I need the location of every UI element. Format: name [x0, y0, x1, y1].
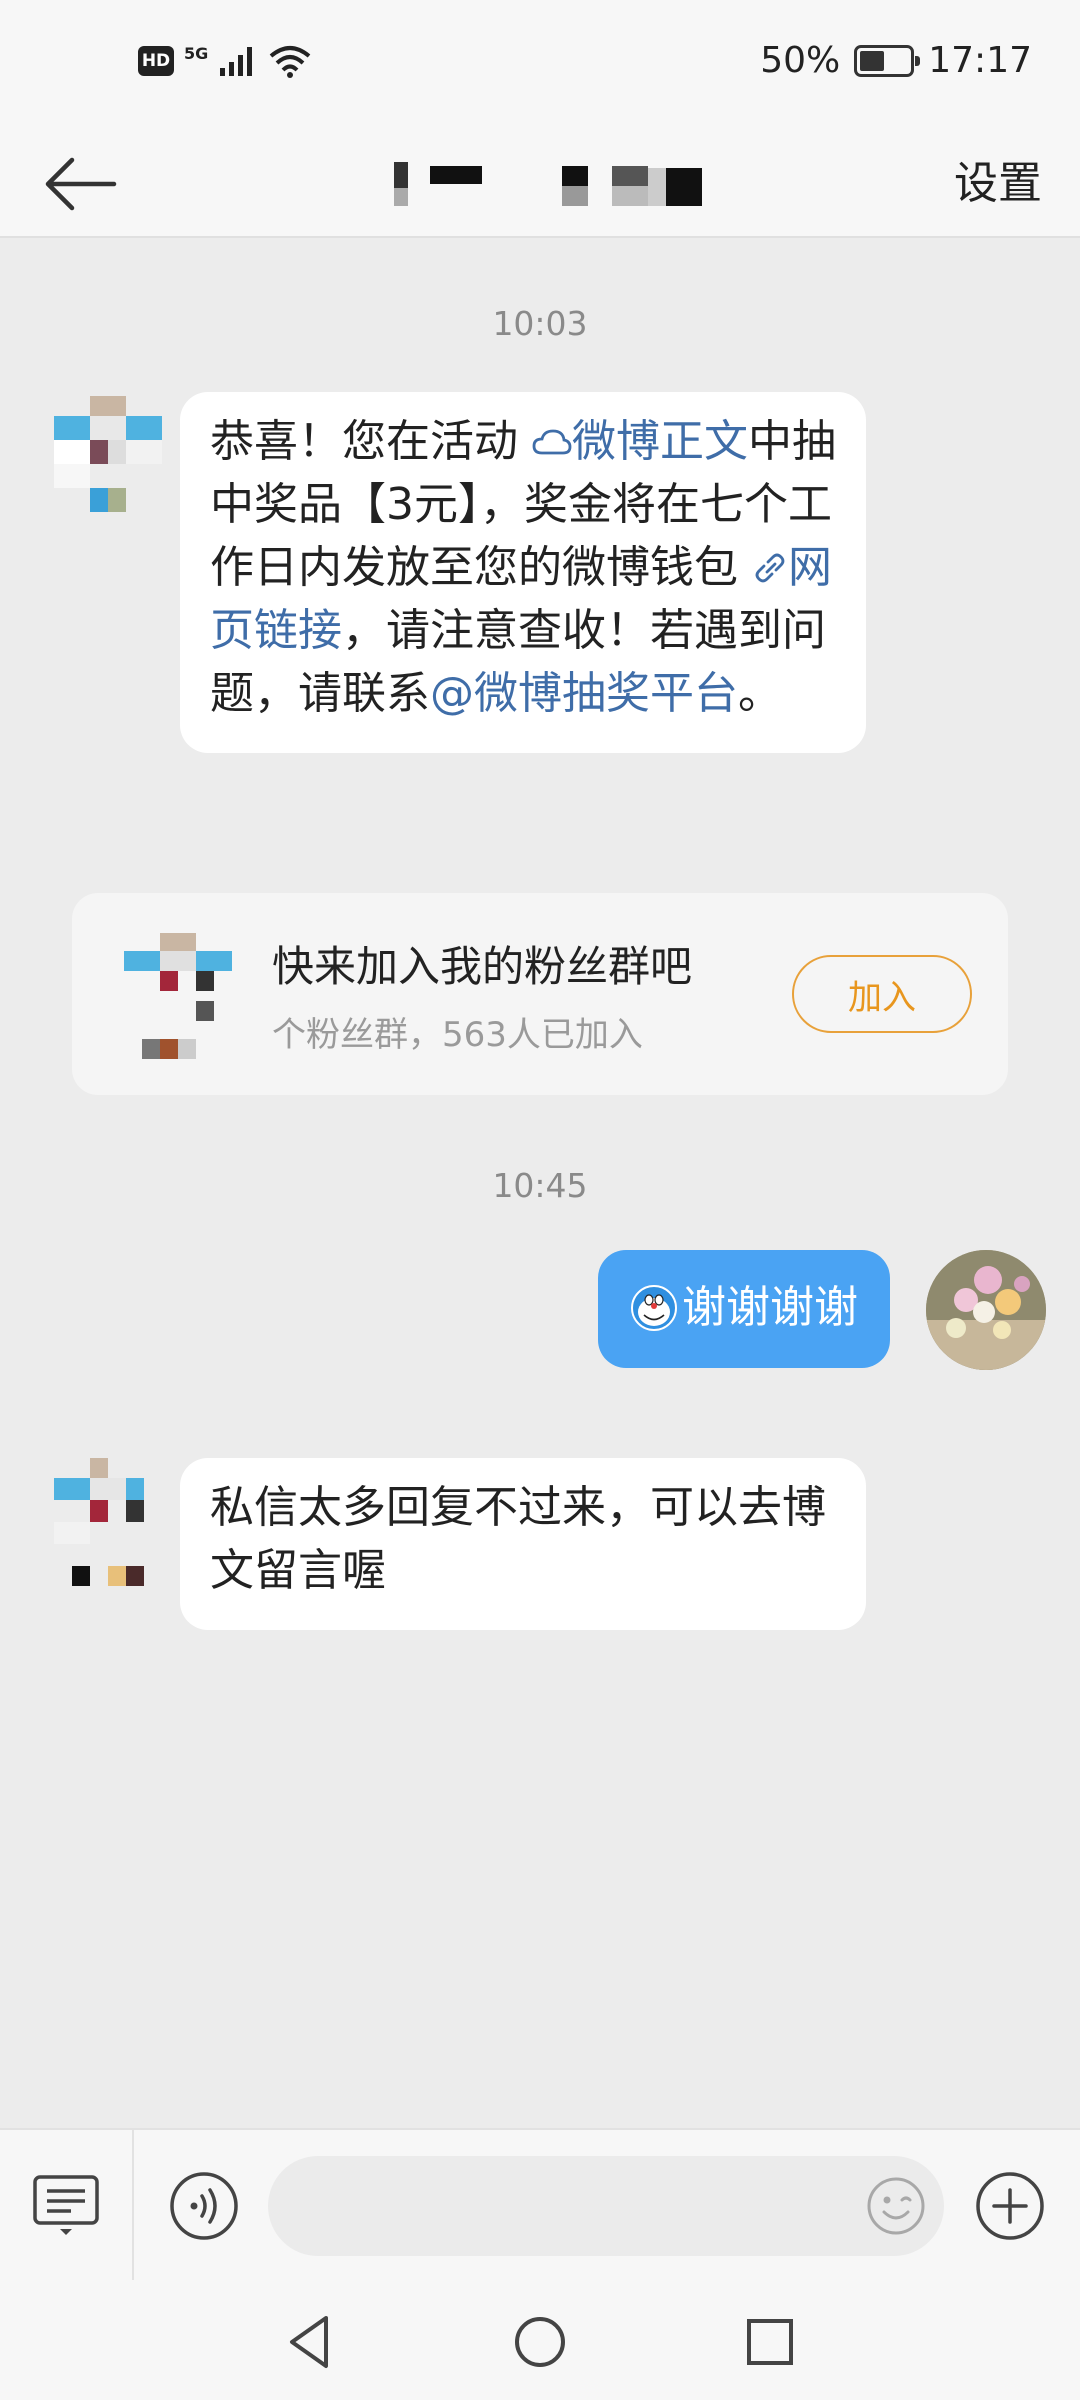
- message-text: 恭喜！您在活动: [210, 416, 532, 467]
- link-icon: [755, 553, 785, 583]
- flower-photo-icon: [926, 1250, 1046, 1370]
- nav-back-button[interactable]: [270, 2302, 350, 2382]
- square-recents-icon: [747, 2319, 793, 2365]
- mention-link[interactable]: @微博抽奖平台: [430, 668, 738, 719]
- smiley-icon: [867, 2177, 925, 2235]
- menu-toggle-button[interactable]: [28, 2168, 104, 2244]
- nav-home-button[interactable]: [500, 2302, 580, 2382]
- outgoing-message-text: 谢谢谢谢: [682, 1282, 858, 1333]
- plus-icon: [976, 2172, 1044, 2240]
- message-text: 私信太多回复不过来，可以去博文留言喔: [210, 1482, 826, 1596]
- incoming-message: 恭喜！您在活动 微博正文中抽中奖品【3元】，奖金将在七个工作日内发放至您的微博钱…: [180, 392, 866, 753]
- message-input[interactable]: [268, 2156, 944, 2256]
- timestamp: 10:45: [492, 1166, 588, 1205]
- system-nav-bar: [0, 2280, 1080, 2400]
- voice-button[interactable]: [166, 2168, 242, 2244]
- status-bar: HD 5G 50% 17:17: [0, 0, 1080, 130]
- input-divider: [132, 2130, 134, 2282]
- circle-home-icon: [515, 2317, 565, 2367]
- keyboard-menu-icon: [33, 2175, 99, 2235]
- back-arrow-icon: [45, 157, 117, 211]
- sender-avatar[interactable]: [36, 392, 166, 522]
- status-right: 50% 17:17: [760, 40, 1032, 81]
- add-button[interactable]: [972, 2168, 1048, 2244]
- incoming-message: 私信太多回复不过来，可以去博文留言喔: [180, 1458, 866, 1630]
- my-avatar[interactable]: [926, 1250, 1046, 1370]
- join-group-button[interactable]: 加入: [792, 955, 972, 1033]
- triangle-back-icon: [290, 2316, 328, 2368]
- doraemon-emoji: [631, 1285, 677, 1331]
- timestamp: 10:03: [492, 304, 588, 343]
- hd-badge: HD: [138, 46, 174, 76]
- fan-group-card[interactable]: 快来加入我的粉丝群吧 个粉丝群，563人已加入 加入: [72, 893, 1008, 1095]
- signal-icon: [220, 47, 253, 76]
- group-title: 快来加入我的粉丝群吧: [272, 942, 693, 991]
- clock: 17:17: [928, 40, 1032, 81]
- group-subtitle: 个粉丝群，563人已加入: [272, 1015, 643, 1055]
- outgoing-message: 谢谢谢谢: [598, 1250, 890, 1368]
- weibo-post-link[interactable]: 微博正文: [532, 416, 748, 467]
- chat-title-pixelated: [394, 158, 704, 210]
- emoji-button[interactable]: [864, 2174, 928, 2238]
- message-text: 。: [738, 668, 782, 719]
- input-bar: [0, 2128, 1080, 2282]
- wifi-icon: [269, 46, 311, 78]
- chat-header: 设置: [0, 130, 1080, 238]
- nav-recents-button[interactable]: [730, 2302, 810, 2382]
- network-type: 5G: [184, 43, 209, 63]
- battery-icon: [854, 44, 921, 77]
- sender-avatar[interactable]: [36, 1456, 166, 1586]
- status-left: HD 5G: [138, 44, 312, 78]
- voice-icon: [170, 2172, 238, 2240]
- weibo-post-link-text: 微博正文: [572, 416, 748, 467]
- battery-percent: 50%: [760, 40, 841, 81]
- group-avatar: [124, 933, 250, 1059]
- cloud-icon: [532, 429, 572, 455]
- back-button[interactable]: [38, 144, 122, 224]
- settings-button[interactable]: 设置: [954, 146, 1042, 222]
